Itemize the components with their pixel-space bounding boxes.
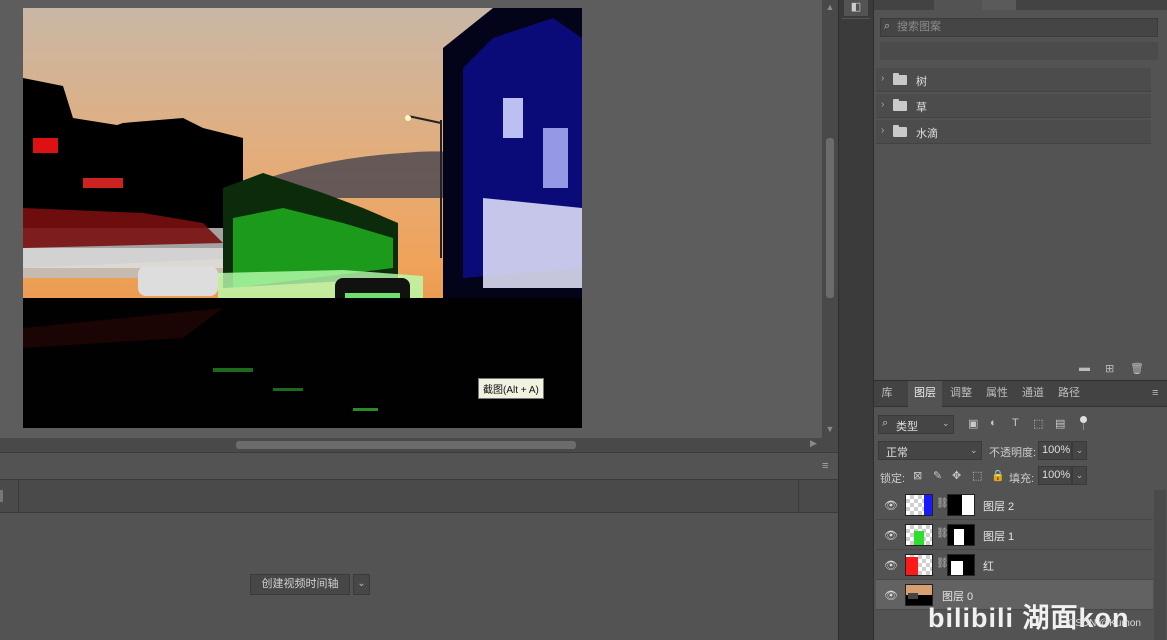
canvas-image[interactable] <box>23 8 582 428</box>
trash-icon[interactable]: 🗑 <box>1130 362 1144 375</box>
eye-icon[interactable]: 👁 <box>884 589 898 602</box>
collapsed-panel-icon[interactable]: ◧ <box>844 0 868 16</box>
chevron-down-icon: ⌄ <box>970 445 978 455</box>
layer-mask-thumbnail[interactable] <box>947 494 975 516</box>
layer-row-layer-1[interactable]: 👁 ⛓ 图层 1 <box>876 520 1153 550</box>
layer-thumbnail[interactable] <box>905 524 933 546</box>
layer-filter-label: 类型 <box>896 421 918 433</box>
panel-tab[interactable] <box>1016 0 1167 10</box>
folder-icon <box>893 99 907 111</box>
mask-white-area <box>962 495 974 515</box>
tab-properties[interactable]: 属性 <box>980 381 1014 407</box>
csdn-watermark: CSDN @Kumon <box>1068 618 1141 629</box>
chevron-right-icon[interactable]: › <box>881 73 884 84</box>
chevron-right-icon[interactable]: › <box>881 125 884 136</box>
pattern-preview-bar <box>880 42 1158 60</box>
layer-mask-thumbnail[interactable] <box>947 524 975 546</box>
search-icon: ⌕ <box>882 417 889 429</box>
shape-layer-filter-icon[interactable]: ⬚ <box>1033 417 1043 430</box>
chevron-down-icon: ⌄ <box>942 418 950 428</box>
tab-layers[interactable]: 图层 <box>908 381 942 407</box>
eye-icon[interactable]: 👁 <box>884 529 898 542</box>
thumbnail-color-fill <box>924 495 932 515</box>
pixel-layer-filter-icon[interactable]: ▣ <box>968 417 978 430</box>
layer-name[interactable]: 图层 1 <box>983 528 1014 544</box>
pattern-search-input[interactable] <box>897 20 1147 34</box>
canvas-horizontal-scrollbar[interactable]: ▶ <box>0 438 838 452</box>
scroll-right-icon[interactable]: ▶ <box>810 438 817 449</box>
blend-mode-value: 正常 <box>886 447 908 459</box>
canvas-vertical-scrollbar[interactable]: ▲ ▼ <box>822 0 838 438</box>
mask-white-area <box>954 529 964 545</box>
toggle-knob <box>1080 416 1087 423</box>
fill-input[interactable]: 100% <box>1038 466 1072 485</box>
layer-mask-thumbnail[interactable] <box>947 554 975 576</box>
lock-label: 锁定: <box>880 473 906 485</box>
pattern-group-water-drops[interactable]: › 水滴 <box>876 120 1151 144</box>
folder-icon <box>893 125 907 137</box>
timeline-divider <box>18 480 19 512</box>
tab-adjustments[interactable]: 调整 <box>944 381 978 407</box>
scroll-up-icon[interactable]: ▲ <box>825 2 835 12</box>
panel-dock-strip <box>838 0 874 640</box>
scroll-down-icon[interactable]: ▼ <box>825 424 835 434</box>
pattern-panel-actions: ▬ ⊞ 🗑 <box>1075 362 1165 376</box>
pattern-group-label: 草 <box>916 102 927 114</box>
folder-icon <box>893 73 907 85</box>
scrollbar-thumb[interactable] <box>826 138 834 298</box>
hamburger-icon[interactable]: ≡ <box>822 460 834 472</box>
chevron-down-icon[interactable]: ⌄ <box>1072 466 1087 485</box>
tab-channels[interactable]: 通道 <box>1016 381 1050 407</box>
layer-thumbnail[interactable] <box>905 494 933 516</box>
opacity-label: 不透明度: <box>989 447 1037 459</box>
thumbnail-color-fill <box>906 557 918 575</box>
adjustment-layer-filter-icon[interactable]: ◐ <box>990 417 997 429</box>
tab-paths[interactable]: 路径 <box>1052 381 1086 407</box>
bilibili-watermark-logo: bilibili 湖面kon <box>928 603 1130 633</box>
layer-row-layer-2[interactable]: 👁 ⛓ 图层 2 <box>876 490 1153 520</box>
new-pattern-icon[interactable]: ⊞ <box>1105 362 1114 375</box>
type-layer-filter-icon[interactable]: T <box>1012 417 1019 429</box>
create-video-timeline-button[interactable]: 创建视频时间轴 <box>250 574 350 595</box>
panel-tab-active[interactable] <box>982 0 1016 10</box>
layer-row-red[interactable]: 👁 ⛓ 红 <box>876 550 1153 580</box>
lock-transparent-pixels-icon[interactable]: ⊠ <box>913 469 922 482</box>
chevron-right-icon[interactable]: › <box>881 99 884 110</box>
thumbnail-color-fill <box>914 531 924 545</box>
chevron-down-icon[interactable]: ⌄ <box>353 574 370 595</box>
pattern-group-grass[interactable]: › 草 <box>876 94 1151 118</box>
timeline-track[interactable] <box>0 479 838 513</box>
pattern-group-label: 树 <box>916 76 927 88</box>
scrollbar-thumb[interactable] <box>236 441 576 449</box>
layer-name[interactable]: 红 <box>983 558 994 574</box>
divider <box>842 18 870 19</box>
smart-object-filter-icon[interactable]: ▤ <box>1055 417 1065 430</box>
lock-image-pixels-icon[interactable]: ✎ <box>933 469 942 482</box>
screenshot-tooltip: 截图(Alt + A) <box>478 378 544 399</box>
lock-all-icon[interactable]: 🔒 <box>991 469 1005 482</box>
toggle-line <box>1083 423 1084 430</box>
layer-thumbnail[interactable] <box>905 554 933 576</box>
lock-artboard-icon[interactable]: ⬚ <box>972 469 982 482</box>
pattern-group-tree[interactable]: › 树 <box>876 68 1151 92</box>
thumbnail-building <box>908 593 918 599</box>
layers-scrollbar[interactable] <box>1154 490 1166 640</box>
search-icon: ⌕ <box>884 20 891 32</box>
tab-libraries[interactable]: 库 <box>874 381 900 407</box>
panel-tab[interactable] <box>874 0 934 10</box>
opacity-input[interactable]: 100% <box>1038 441 1072 460</box>
timeline-divider <box>798 480 799 512</box>
new-group-folder-icon[interactable]: ▬ <box>1079 362 1090 374</box>
filter-toggle[interactable] <box>1080 416 1088 432</box>
timeline-handle[interactable] <box>0 490 3 502</box>
hamburger-icon[interactable]: ≡ <box>1152 387 1158 399</box>
layer-name[interactable]: 图层 2 <box>983 498 1014 514</box>
chevron-down-icon[interactable]: ⌄ <box>1072 441 1087 460</box>
fill-label: 填充: <box>1009 473 1035 485</box>
pattern-group-label: 水滴 <box>916 128 938 140</box>
eye-icon[interactable]: 👁 <box>884 559 898 572</box>
eye-icon[interactable]: 👁 <box>884 499 898 512</box>
lock-position-icon[interactable]: ✥ <box>952 469 961 482</box>
mask-white-area <box>951 561 963 575</box>
